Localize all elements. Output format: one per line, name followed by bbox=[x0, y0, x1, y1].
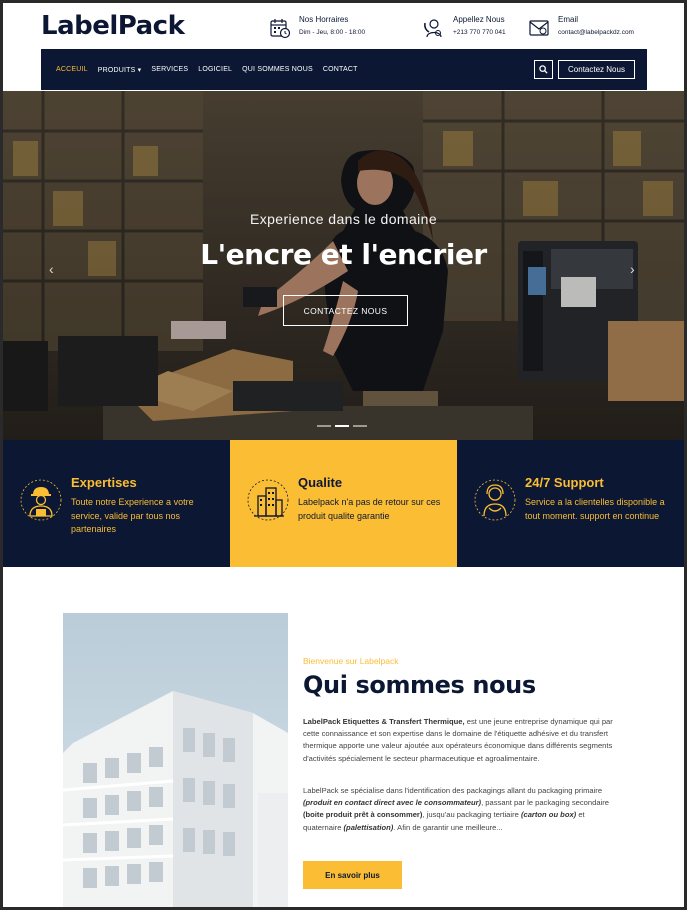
slider-dot-3[interactable] bbox=[353, 425, 367, 427]
buildings-icon bbox=[247, 479, 289, 521]
feature-text: Service a la clientelles disponible a to… bbox=[525, 497, 665, 521]
email-title: Email bbox=[558, 15, 579, 24]
hero-slider: Experience dans le domaine L'encre et l'… bbox=[3, 91, 684, 440]
about-building-image bbox=[63, 613, 288, 907]
envelope-icon bbox=[529, 20, 549, 36]
about-p1-bold: LabelPack Etiquettes & Transfert Thermiq… bbox=[303, 717, 465, 726]
nav-item-contact[interactable]: CONTACT bbox=[323, 66, 358, 73]
feature-expertises: Expertises Toute notre Experience a votr… bbox=[3, 440, 230, 567]
feature-title: Qualite bbox=[298, 475, 343, 490]
hero-subtitle: Experience dans le domaine bbox=[249, 211, 438, 227]
phone-value[interactable]: +213 770 770 041 bbox=[453, 29, 506, 36]
nav-item-logiciel[interactable]: LOGICIEL bbox=[198, 66, 232, 73]
slider-dot-1[interactable] bbox=[317, 425, 331, 427]
phone-user-icon bbox=[424, 19, 442, 38]
feature-support: 24/7 Support Service a la clientelles di… bbox=[457, 440, 684, 567]
nav-links: ACCEUIL PRODUITS ▾ SERVICES LOGICIEL QUI… bbox=[56, 49, 358, 90]
support-agent-icon bbox=[474, 479, 516, 521]
feature-text: Labelpack n'a pas de retour sur ces prod… bbox=[298, 497, 441, 521]
about-kicker: Bienvenue sur Labelpack bbox=[303, 656, 399, 666]
hours-info: Nos Horraires Dim - Jeu, 8:00 - 18:00 bbox=[269, 15, 365, 39]
slider-prev-arrow-icon[interactable]: ‹ bbox=[49, 261, 54, 277]
search-button[interactable] bbox=[534, 60, 553, 79]
feature-text: Toute notre Experience a votre service, … bbox=[71, 497, 194, 534]
nav-item-qui-sommes-nous[interactable]: QUI SOMMES NOUS bbox=[242, 66, 313, 73]
about-paragraph-1: LabelPack Etiquettes & Transfert Thermiq… bbox=[303, 716, 623, 765]
email-value[interactable]: contact@labelpackdz.com bbox=[558, 29, 634, 36]
nav-item-services[interactable]: SERVICES bbox=[151, 66, 188, 73]
hero-title: L'encre et l'encrier bbox=[200, 238, 487, 271]
about-paragraph-2: LabelPack se spécialise dans l'identific… bbox=[303, 786, 609, 832]
phone-title: Appellez Nous bbox=[453, 15, 505, 24]
hero-contact-button[interactable]: CONTACTEZ NOUS bbox=[283, 295, 408, 326]
email-info: Email contact@labelpackdz.com bbox=[528, 15, 634, 39]
worker-icon bbox=[20, 479, 62, 521]
learn-more-button[interactable]: En savoir plus bbox=[303, 861, 402, 889]
calendar-clock-icon bbox=[270, 19, 291, 39]
phone-info: Appellez Nous +213 770 770 041 bbox=[423, 15, 506, 39]
contact-nav-button[interactable]: Contactez Nous bbox=[558, 60, 635, 79]
feature-qualite: Qualite Labelpack n'a pas de retour sur … bbox=[230, 440, 457, 567]
page: LabelPack Nos Horraires Dim - Jeu, 8:00 … bbox=[3, 3, 684, 907]
slider-dot-2[interactable] bbox=[335, 425, 349, 427]
hours-title: Nos Horraires bbox=[299, 15, 349, 24]
slider-dots bbox=[317, 425, 367, 427]
nav-item-produits[interactable]: PRODUITS ▾ bbox=[98, 66, 142, 74]
slider-next-arrow-icon[interactable]: › bbox=[630, 261, 635, 277]
feature-title: Expertises bbox=[71, 475, 137, 490]
search-icon bbox=[539, 65, 548, 74]
features-row: Expertises Toute notre Experience a votr… bbox=[3, 440, 684, 567]
top-bar: LabelPack Nos Horraires Dim - Jeu, 8:00 … bbox=[3, 3, 684, 53]
feature-title: 24/7 Support bbox=[525, 475, 604, 490]
main-nav: ACCEUIL PRODUITS ▾ SERVICES LOGICIEL QUI… bbox=[41, 49, 647, 90]
hours-value: Dim - Jeu, 8:00 - 18:00 bbox=[299, 29, 366, 36]
about-title: Qui sommes nous bbox=[303, 671, 536, 699]
nav-item-accueil[interactable]: ACCEUIL bbox=[56, 66, 88, 73]
site-logo[interactable]: LabelPack bbox=[41, 11, 185, 41]
